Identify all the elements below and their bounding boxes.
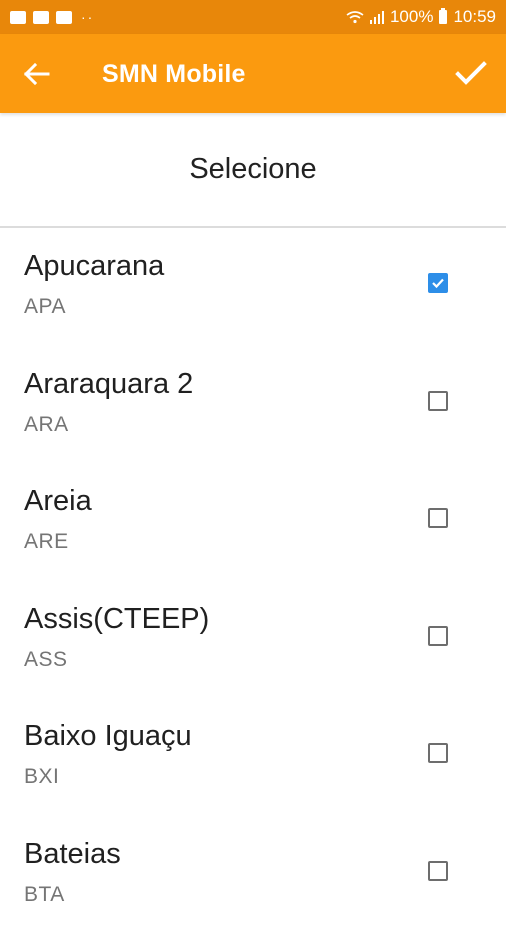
more-notifications-icon: ·· [81,10,94,24]
page-title: Selecione [0,113,506,226]
item-name: Bateias [24,838,121,871]
item-code: ARE [24,530,69,554]
item-checkbox[interactable] [428,743,448,763]
list-item[interactable]: Araraquara 2 ARA [0,346,506,464]
list-item[interactable]: Areia ARE [0,463,506,581]
gallery-notification-icon [10,11,26,24]
item-code: APA [24,295,66,319]
item-code: ARA [24,413,69,437]
item-checkbox[interactable] [428,626,448,646]
checkmark-icon [431,276,445,290]
check-icon [454,56,488,90]
back-button[interactable] [22,59,56,89]
item-checkbox[interactable] [428,508,448,528]
item-name: Assis(CTEEP) [24,603,209,636]
system-status: 100% 10:59 [346,7,496,27]
list-item[interactable]: Bateias BTA [0,816,506,933]
item-name: Areia [24,485,92,518]
list-item[interactable]: Baixo Iguaçu BXI [0,698,506,816]
item-checkbox[interactable] [428,861,448,881]
app-bar: SMN Mobile [0,34,506,113]
item-code: ASS [24,648,68,672]
station-list: Apucarana APA Araraquara 2 ARA Areia ARE… [0,228,506,933]
item-checkbox[interactable] [428,391,448,411]
status-bar: ·· 100% 10:59 [0,0,506,34]
wifi-icon [346,10,364,24]
list-item[interactable]: Assis(CTEEP) ASS [0,581,506,699]
item-checkbox[interactable] [428,273,448,293]
app-title: SMN Mobile [102,60,246,89]
confirm-button[interactable] [454,56,488,90]
arrow-left-icon [22,59,56,89]
battery-icon [439,10,447,24]
item-code: BXI [24,765,59,789]
signal-icon [370,10,384,24]
youtube-notification-icon [33,11,49,24]
item-name: Baixo Iguaçu [24,720,192,753]
battery-percent: 100% [390,7,433,27]
list-item[interactable]: Apucarana APA [0,228,506,346]
notification-icons: ·· [10,10,94,24]
app-notification-icon [56,11,72,24]
clock: 10:59 [453,7,496,27]
item-code: BTA [24,883,65,907]
item-name: Araraquara 2 [24,368,193,401]
item-name: Apucarana [24,250,164,283]
